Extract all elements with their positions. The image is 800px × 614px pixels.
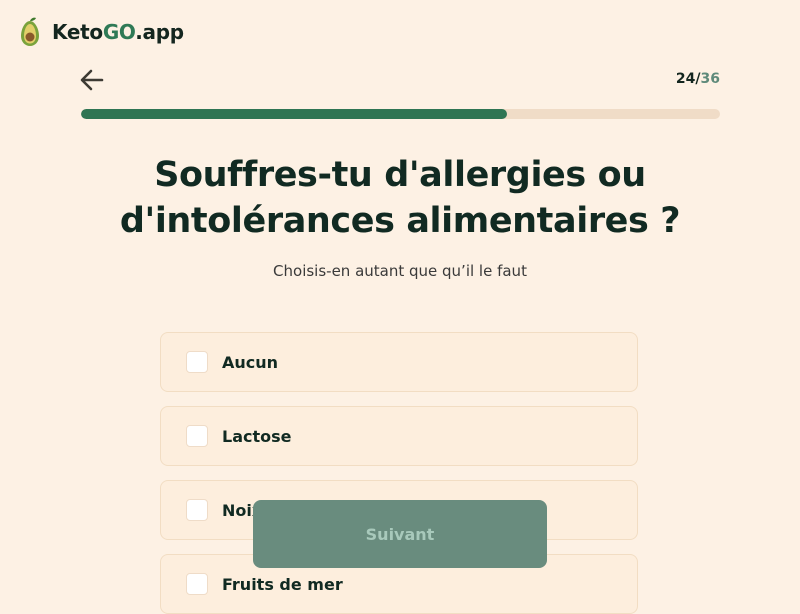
- app-name: KetoGO.app: [52, 20, 184, 44]
- option-label: Lactose: [222, 426, 292, 446]
- back-button[interactable]: [78, 66, 106, 94]
- page-subtitle: Choisis-en autant que qu’il le faut: [273, 262, 527, 280]
- checkbox[interactable]: [186, 351, 208, 373]
- option-label: Fruits de mer: [222, 574, 343, 594]
- page-title: Souffres-tu d'allergies ou d'intolérance…: [119, 155, 681, 241]
- avocado-icon: [21, 17, 39, 46]
- checkbox[interactable]: [186, 499, 208, 521]
- progress-bar: [81, 109, 720, 119]
- option-aucun[interactable]: Aucun: [160, 332, 638, 392]
- checkbox[interactable]: [186, 425, 208, 447]
- next-button[interactable]: Suivant: [253, 500, 547, 568]
- app-logo[interactable]: KetoGO.app: [16, 16, 184, 48]
- step-counter: 24/36: [675, 71, 720, 87]
- option-lactose[interactable]: Lactose: [160, 406, 638, 466]
- option-label: Aucun: [222, 352, 279, 372]
- checkbox[interactable]: [186, 573, 208, 595]
- progress-bar-fill: [81, 109, 508, 119]
- arrow-left-icon: [80, 69, 104, 91]
